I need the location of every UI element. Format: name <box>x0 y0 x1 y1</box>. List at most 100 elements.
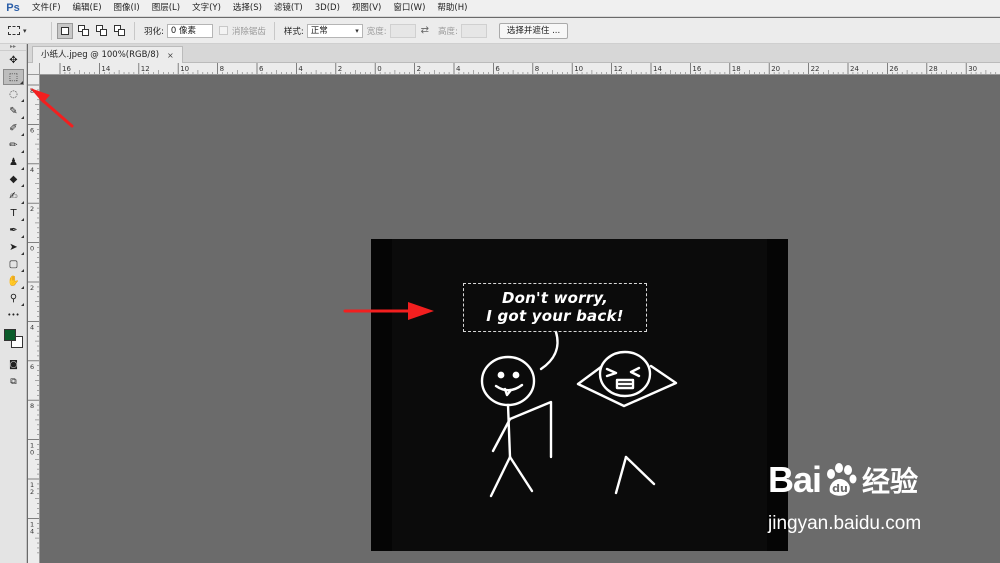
lasso-tool[interactable]: ◌ <box>3 86 24 102</box>
intersect-selection-button[interactable] <box>111 23 127 39</box>
menu-item[interactable]: 窗口(W) <box>387 0 431 17</box>
brush-icon: ✏ <box>9 139 18 151</box>
foreground-color-swatch[interactable] <box>4 329 16 341</box>
shape-tool[interactable]: ▢ <box>3 256 24 272</box>
ruler-origin[interactable] <box>28 63 40 75</box>
menu-bar: Ps 文件(F) 编辑(E) 图像(I) 图层(L) 文字(Y) 选择(S) 滤镜(T) 3D… <box>0 0 1000 17</box>
antialias-checkbox[interactable] <box>218 26 228 35</box>
ruler-label: 0 <box>30 449 34 457</box>
eyedropper-tool[interactable]: ✐ <box>3 120 24 136</box>
swap-icon[interactable]: ⇄ <box>421 25 429 36</box>
divider <box>273 21 275 40</box>
width-input[interactable] <box>389 23 416 38</box>
vertical-ruler[interactable]: 864202468101214 <box>28 75 40 563</box>
menu-item[interactable]: 滤镜(T) <box>268 0 309 17</box>
hand-tool[interactable]: ✋ <box>3 273 24 289</box>
ruler-label: 4 <box>30 166 34 174</box>
pen-icon: ✒ <box>9 224 18 236</box>
new-selection-icon <box>61 26 69 35</box>
ruler-label: 8 <box>535 65 539 73</box>
document-image[interactable]: Don't worry, I got your back! <box>371 239 788 551</box>
quick-select-tool[interactable]: ✎ <box>3 103 24 119</box>
toolbox: ▸▸ ✥ ⬚ ◌ ✎ ✐ ✏ ♟ ◆ ✍ T ✒ ➤ ▢ ✋ ⚲ ••• ◙ ⧉ <box>0 44 27 563</box>
menu-item[interactable]: 视图(V) <box>346 0 387 17</box>
flyout-indicator <box>21 235 24 238</box>
ruler-label: 10 <box>574 65 583 73</box>
screen-mode-icon: ⧉ <box>10 377 17 387</box>
ruler-label: 6 <box>30 363 34 371</box>
options-bar: ▾ 羽化: 0 像素 消除锯齿 样式: 正常 ▾ 宽度: ⇄ 高度: 选择并遮住… <box>0 18 1000 44</box>
zoom-tool[interactable]: ⚲ <box>3 290 24 306</box>
select-and-mask-button[interactable]: 选择并遮住 ... <box>498 22 569 39</box>
brush-tool[interactable]: ✏ <box>3 137 24 153</box>
ruler-label: 8 <box>220 65 224 73</box>
more-tools[interactable]: ••• <box>3 307 24 323</box>
speech-bubble-text: Don't worry, I got your back! <box>463 289 647 325</box>
eraser-tool[interactable]: ◆ <box>3 171 24 187</box>
menu-item[interactable]: 帮助(H) <box>431 0 473 17</box>
quick-mask-icon: ◙ <box>9 360 18 370</box>
close-icon[interactable]: × <box>167 48 174 63</box>
type-tool[interactable]: T <box>3 205 24 221</box>
ruler-label: 12 <box>614 65 623 73</box>
toolbox-grip[interactable]: ▸▸ <box>0 44 26 51</box>
ruler-label: 18 <box>732 65 741 73</box>
new-selection-button[interactable] <box>57 22 73 39</box>
divider <box>134 21 135 40</box>
quick-mask-button[interactable]: ◙ <box>3 357 24 373</box>
style-select[interactable]: 正常 ▾ <box>306 23 363 38</box>
flyout-indicator <box>21 133 24 136</box>
document-tab-strip: 小纸人.jpeg @ 100%(RGB/8) × <box>28 44 1000 63</box>
ruler-label: 4 <box>298 65 303 73</box>
history-brush-icon: ✍ <box>9 190 18 202</box>
subtract-selection-button[interactable] <box>93 23 109 39</box>
ruler-label: 16 <box>62 65 71 73</box>
pen-tool[interactable]: ✒ <box>3 222 24 238</box>
ruler-label: 30 <box>968 65 977 73</box>
move-tool[interactable]: ✥ <box>3 52 24 68</box>
menu-item[interactable]: 编辑(E) <box>67 0 108 17</box>
menu-item[interactable]: 图像(I) <box>108 0 146 17</box>
baidu-jingyan-watermark: Bai du 经验 jingyan.baidu.com <box>760 455 950 545</box>
move-icon: ✥ <box>9 54 18 66</box>
menu-item[interactable]: 3D(D) <box>309 0 346 17</box>
stamp-icon: ♟ <box>9 156 18 168</box>
rect-marquee-icon: ⬚ <box>8 71 19 83</box>
history-brush-tool[interactable]: ✍ <box>3 188 24 204</box>
ruler-label: 14 <box>101 65 110 73</box>
add-selection-icon <box>77 25 89 36</box>
horizontal-ruler[interactable]: 16 14 12 10 8 6 4 2 0 2 4 6 8 10 12 14 16 18 20 22 24 26 28 30 <box>40 63 1000 75</box>
screen-mode-button[interactable]: ⧉ <box>3 374 24 390</box>
menu-item[interactable]: 图层(L) <box>146 0 186 17</box>
ruler-label: 6 <box>259 65 264 73</box>
add-selection-button[interactable] <box>75 23 91 39</box>
flyout-indicator <box>21 201 24 204</box>
menu-item[interactable]: 选择(S) <box>227 0 268 17</box>
rect-marquee-tool[interactable]: ⬚ <box>3 69 24 85</box>
intersect-selection-icon <box>113 25 125 36</box>
height-input[interactable] <box>460 23 487 38</box>
ruler-label: 12 <box>141 65 150 73</box>
flyout-indicator <box>21 99 24 102</box>
ruler-label: 28 <box>929 65 938 73</box>
flyout-indicator <box>20 81 23 84</box>
speech-line-2: I got your back! <box>486 307 624 325</box>
ruler-label: 4 <box>30 527 34 535</box>
width-label: 宽度: <box>366 26 387 37</box>
stamp-tool[interactable]: ♟ <box>3 154 24 170</box>
path-select-tool[interactable]: ➤ <box>3 239 24 255</box>
ruler-label: 6 <box>495 65 500 73</box>
document-tab[interactable]: 小纸人.jpeg @ 100%(RGB/8) × <box>32 46 183 63</box>
watermark-jingyan: 经验 <box>862 465 919 498</box>
ruler-label: 6 <box>30 126 34 134</box>
marquee-icon <box>8 26 20 35</box>
eyedropper-icon: ✐ <box>9 122 18 134</box>
menu-item[interactable]: 文件(F) <box>26 0 67 17</box>
feather-input[interactable]: 0 像素 <box>166 23 213 38</box>
ruler-label: 8 <box>30 402 34 410</box>
tool-preset-picker[interactable]: ▾ <box>8 21 46 41</box>
height-label: 高度: <box>438 26 458 37</box>
menu-item[interactable]: 文字(Y) <box>186 0 227 17</box>
ruler-label: 2 <box>338 65 342 73</box>
ruler-label: 24 <box>850 65 859 73</box>
